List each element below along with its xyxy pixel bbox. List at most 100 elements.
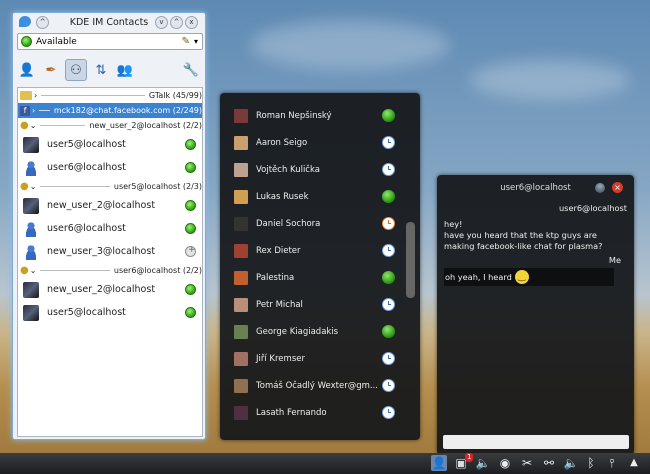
contact-row[interactable]: George Kiagiadakis [234,324,395,340]
contact-row[interactable]: user5@localhost [18,301,202,324]
contact-row[interactable]: Roman Nepšinský [234,108,395,124]
contacts-titlebar[interactable]: ^ KDE IM Contacts v ^ x [13,13,205,31]
network-icon[interactable]: ⚯ [541,455,557,471]
contact-name: Lukas Rusek [256,192,309,202]
contact-name: new_user_2@localhost [47,200,156,211]
wifi-icon[interactable]: ⫯ [604,455,620,471]
contact-name: Vojtěch Kulička [256,165,320,175]
online-status-icon [185,162,196,173]
contact-row[interactable]: Vojtěch Kulička [234,162,395,178]
avatar [23,197,39,214]
contact-row[interactable]: Tomáš Očadlý Wexter@gm... [234,378,395,394]
incoming-message: hey! have you heard that the ktp guys ar… [444,219,603,251]
settings-icon[interactable]: 🔧 [181,60,201,80]
user-group-icon: ● [20,120,29,131]
maximize-button[interactable]: ^ [170,16,183,29]
contact-row[interactable]: new_user_3@localhost [18,240,202,263]
contact-name: Jiří Kremser [256,354,305,364]
contact-name: Roman Nepšinský [256,111,332,121]
facebook-icon: f [20,105,30,116]
volume2-icon[interactable]: 🔈 [563,455,579,471]
kde-connect-icon[interactable]: ✂ [519,455,535,471]
expand-icon[interactable]: ▲ [626,455,642,471]
gtalk-icon [20,91,32,100]
bluetooth-icon[interactable]: ᛒ [583,455,599,471]
chevron-down-icon[interactable]: ▾ [194,37,198,46]
online-status-icon [382,109,395,122]
contact-name: user5@localhost [47,139,126,150]
contact-name: Daniel Sochora [256,219,321,229]
add-contact-icon[interactable]: 👤 [17,60,37,80]
background-cloud [250,20,450,70]
online-status-icon [382,325,395,338]
avatar [234,298,248,312]
contact-name: Palestina [256,273,295,283]
contact-row[interactable]: Rex Dieter [234,243,395,259]
contact-row[interactable]: Lukas Rusek [234,189,395,205]
edit-status-icon[interactable]: ✎ [182,36,190,47]
contact-row[interactable]: user5@localhost [18,133,202,156]
contact-row[interactable]: new_user_2@localhost [18,194,202,217]
group-header[interactable]: ● ⌄ new_user_2@localhost (2/2) [18,118,202,133]
contact-row[interactable]: Palestina [234,270,395,286]
sort-icon[interactable]: ⇅ [91,60,111,80]
contact-row[interactable]: user6@localhost [18,156,202,179]
taskbar: 👤 ▣ 1 🔈 ◉ ✂ ⚯ 🔈 ᛒ ⫯ ▲ [0,453,650,474]
contact-row[interactable]: user6@localhost [18,217,202,240]
avatar [234,217,248,231]
away-status-icon [382,406,395,419]
away-status-icon [382,244,395,257]
minimize-button[interactable]: v [155,16,168,29]
contact-name: user6@localhost [47,223,126,234]
contact-name: Lasath Fernando [256,408,327,418]
contact-row[interactable]: new_user_2@localhost [18,278,202,301]
join-chat-icon[interactable]: 👥 [115,60,135,80]
outgoing-message-row: oh yeah, I heard ‿ [444,268,614,286]
steam-icon[interactable]: ◉ [497,455,513,471]
group-header[interactable]: ● ⌄ user6@localhost (2/2) [18,263,202,278]
chat-widget: user6@localhost × user6@localhost hey! h… [437,175,634,455]
message-area: user6@localhost hey! have you heard that… [444,203,627,286]
contact-row[interactable]: Aaron Seigo [234,135,395,151]
chevron-right-icon[interactable]: › [32,106,35,115]
group-header-facebook[interactable]: f › mck182@chat.facebook.com (2/249) [18,103,202,118]
scrollbar-handle[interactable] [406,222,415,298]
group-header-gtalk[interactable]: › GTalk (45/99) [18,88,202,103]
chevron-down-icon[interactable]: ⌄ [30,182,37,191]
presence-selector[interactable]: Available ✎ ▾ [17,33,203,50]
contact-row[interactable]: Daniel Sochora [234,216,395,232]
chevron-down-icon[interactable]: ⌄ [30,121,37,130]
window-title: KDE IM Contacts [69,16,149,28]
avatar [23,243,39,260]
contact-row[interactable]: Petr Michal [234,297,395,313]
contacts-icon[interactable]: 👤 [431,455,447,471]
self-name: Me [608,255,621,265]
contact-row[interactable]: Jiří Kremser [234,351,395,367]
contacts-window: ^ KDE IM Contacts v ^ x Available ✎ ▾ 👤 … [12,12,206,440]
close-button[interactable]: × [612,182,623,193]
chevron-right-icon[interactable]: › [34,91,37,100]
user-group-icon: ● [20,265,29,276]
busy-status-icon [382,217,395,230]
menu-icon[interactable]: ^ [36,16,49,29]
group-header[interactable]: ● ⌄ user5@localhost (2/3) [18,179,202,194]
minimize-button[interactable] [595,183,605,193]
online-status-icon [185,200,196,211]
contact-name: Aaron Seigo [256,138,308,148]
avatar [234,406,248,420]
app-icon [19,16,31,27]
show-offline-icon[interactable]: ✒ [41,60,61,80]
away-status-icon [382,163,395,176]
contact-name: user5@localhost [47,307,126,318]
groups-icon[interactable]: ⚇ [65,59,87,81]
avatar [234,352,248,366]
avatar [234,379,248,393]
avatar [23,304,39,321]
avatar [234,244,248,258]
close-button[interactable]: x [185,16,198,29]
chevron-down-icon[interactable]: ⌄ [30,266,37,275]
contact-name: user6@localhost [47,162,126,173]
volume-icon[interactable]: 🔈 [475,455,491,471]
message-input[interactable] [443,435,629,449]
contact-row[interactable]: Lasath Fernando [234,405,395,421]
